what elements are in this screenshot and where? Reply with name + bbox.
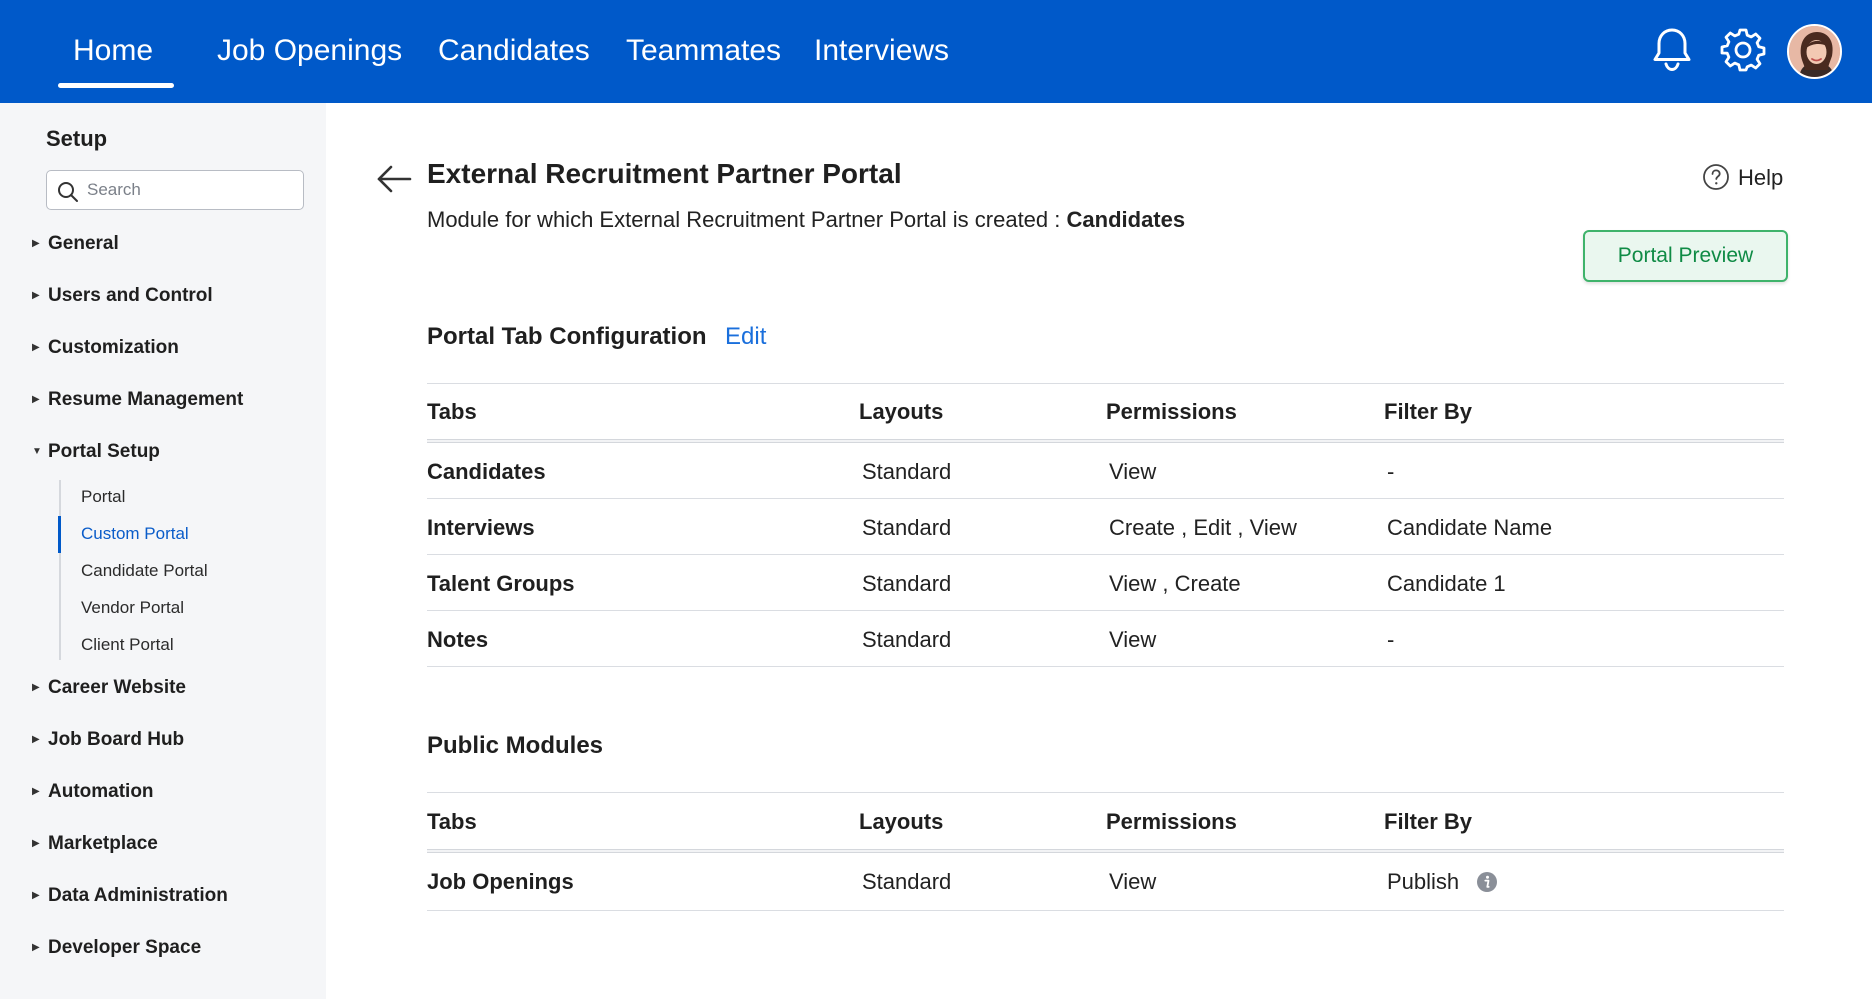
caret-right-icon: ▶ [32,290,40,301]
nav-tab-teammates[interactable]: Teammates [626,34,781,68]
column-header-filter-by: Filter By [1384,809,1473,834]
module-description: Module for which External Recruitment Pa… [427,207,1185,233]
search-input[interactable] [87,177,292,203]
page-title: External Recruitment Partner Portal [427,158,902,189]
bell-icon[interactable] [1646,24,1698,76]
cell-layout: Standard [862,515,952,540]
portal-preview-button[interactable]: Portal Preview [1583,230,1788,282]
user-avatar[interactable] [1787,24,1842,79]
row-divider [427,610,1784,611]
caret-right-icon: ▶ [32,942,40,953]
table-top-divider [427,383,1784,384]
cell-filter: Candidate 1 [1387,571,1506,596]
caret-right-icon: ▶ [32,786,40,797]
nav-tab-home[interactable]: Home [73,34,153,68]
cell-permissions: View , Create [1109,571,1241,596]
sidebar-item-career-website[interactable]: ▶ Career Website [32,677,186,699]
section-title-portal-tab-configuration: Portal Tab Configuration [427,323,707,350]
caret-down-icon: ▼ [32,446,42,457]
sidebar-search[interactable] [46,170,304,210]
sidebar-item-customization[interactable]: ▶ Customization [32,337,179,359]
nav-tab-job-openings[interactable]: Job Openings [217,34,402,68]
back-arrow-icon[interactable] [376,164,412,199]
sidebar-subitem-client-portal[interactable]: Client Portal [81,635,174,655]
sidebar-item-data-administration[interactable]: ▶ Data Administration [32,885,228,907]
cell-tab: Interviews [427,515,535,540]
row-divider [427,666,1784,667]
cell-filter: - [1387,459,1395,484]
caret-right-icon: ▶ [32,238,40,249]
row-divider [427,910,1784,911]
caret-right-icon: ▶ [32,394,40,405]
table-header-divider [427,849,1784,853]
sidebar-item-developer-space[interactable]: ▶ Developer Space [32,937,201,959]
cell-permissions: View [1109,459,1157,484]
info-icon[interactable] [1476,871,1498,898]
edit-link[interactable]: Edit [725,323,766,351]
sidebar-item-resume-management[interactable]: ▶ Resume Management [32,389,243,411]
column-header-permissions: Permissions [1106,399,1237,424]
sidebar-subitem-custom-portal[interactable]: Custom Portal [81,524,189,544]
section-title-public-modules: Public Modules [427,732,604,759]
row-divider [427,554,1784,555]
column-header-tabs: Tabs [427,399,477,424]
cell-tab: Notes [427,627,489,652]
caret-right-icon: ▶ [32,890,40,901]
cell-filter: - [1387,627,1395,652]
column-header-layouts: Layouts [859,399,944,424]
column-header-tabs: Tabs [427,809,477,834]
caret-right-icon: ▶ [32,682,40,693]
cell-permissions: View [1109,869,1157,894]
column-header-layouts: Layouts [859,809,944,834]
cell-filter: Candidate Name [1387,515,1553,540]
cell-permissions: View [1109,627,1157,652]
table-header-divider [427,439,1784,443]
sidebar-item-job-board-hub[interactable]: ▶ Job Board Hub [32,729,184,751]
sidebar-item-general[interactable]: ▶ General [32,233,119,255]
gear-icon[interactable] [1717,24,1769,76]
question-circle-icon [1703,164,1729,190]
cell-layout: Standard [862,571,952,596]
caret-right-icon: ▶ [32,838,40,849]
sidebar-item-automation[interactable]: ▶ Automation [32,781,154,803]
sidebar-subitem-candidate-portal[interactable]: Candidate Portal [81,561,208,581]
cell-layout: Standard [862,627,952,652]
module-name: Candidates [1066,207,1186,232]
cell-tab: Candidates [427,459,546,484]
submenu-guide-line [59,480,61,660]
column-header-permissions: Permissions [1106,809,1237,834]
search-icon [58,182,78,202]
column-header-filter-by: Filter By [1384,399,1473,424]
cell-permissions: Create , Edit , View [1109,515,1297,540]
sidebar-subitem-vendor-portal[interactable]: Vendor Portal [81,598,184,618]
module-label: Module for which External Recruitment Pa… [427,207,1061,232]
sidebar-item-portal-setup[interactable]: ▼ Portal Setup [32,441,160,463]
cell-layout: Standard [862,869,952,894]
nav-tab-interviews[interactable]: Interviews [814,34,949,68]
caret-right-icon: ▶ [32,342,40,353]
cell-layout: Standard [862,459,952,484]
sidebar-subitem-portal[interactable]: Portal [81,487,125,507]
cell-filter: Publish [1387,869,1460,894]
caret-right-icon: ▶ [32,734,40,745]
nav-tab-candidates[interactable]: Candidates [438,34,590,68]
active-tab-indicator [58,83,174,88]
table-top-divider [427,792,1784,793]
sidebar-item-marketplace[interactable]: ▶ Marketplace [32,833,158,855]
sidebar-item-users-and-control[interactable]: ▶ Users and Control [32,285,213,307]
cell-tab: Job Openings [427,869,574,894]
sidebar-title: Setup [46,126,108,151]
active-submenu-indicator [58,516,61,553]
cell-tab: Talent Groups [427,571,575,596]
row-divider [427,498,1784,499]
top-navigation-bar: Home Job Openings Candidates Teammates I… [0,0,1872,103]
